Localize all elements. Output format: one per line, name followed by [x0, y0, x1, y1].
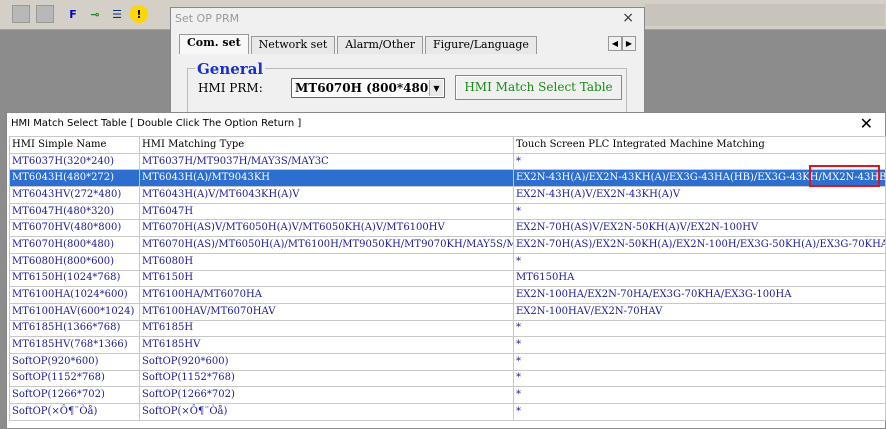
cell-simple-name: MT6100HAV(600*1024) — [9, 302, 140, 321]
cell-simple-name: MT6185HV(768*1366) — [9, 336, 140, 354]
cell-simple-name: MT6043H(480*272) — [9, 169, 140, 188]
cell-plc-matching: EX2N-70H(AS)/EX2N-50KH(A)/EX2N-100H/EX3G… — [513, 236, 886, 254]
table-row[interactable]: MT6080H(800*600) MT6080H * — [9, 252, 886, 271]
cell-plc-matching: * — [513, 403, 886, 421]
tab-scroll-buttons: ◀ ▶ — [608, 36, 636, 51]
tab-com-set[interactable]: Com. set — [179, 34, 249, 54]
table-row[interactable]: SoftOP(920*600) SoftOP(920*600) * — [9, 352, 886, 371]
general-title: General — [195, 60, 266, 78]
table-row[interactable]: SoftOP(1266*702) SoftOP(1266*702) * — [9, 386, 886, 404]
tab-network-set[interactable]: Network set — [250, 36, 336, 54]
cell-matching-type: MT6070H(AS)/MT6050H(A)/MT6100H/MT9050KH/… — [139, 236, 514, 254]
close-icon[interactable]: × — [622, 10, 634, 26]
table-row[interactable]: MT6100HA(1024*600) MT6100HA/MT6070HA EX2N-… — [9, 286, 886, 304]
cell-simple-name: SoftOP(×Ô¶¨Òå) — [9, 403, 140, 421]
table-row[interactable]: MT6043HV(272*480) MT6043H(A)V/MT6043KH(A)… — [9, 186, 886, 204]
scroll-left-icon[interactable]: ◀ — [608, 36, 622, 51]
table-header-row: HMI Simple Name HMI Matching Type Touch … — [9, 136, 886, 154]
dialog-title: Set OP PRM — [175, 12, 240, 25]
cell-matching-type: MT6185H — [139, 319, 514, 338]
cell-matching-type: SoftOP(×Ô¶¨Òå) — [139, 403, 514, 421]
close-icon[interactable]: ✕ — [860, 114, 873, 133]
cell-simple-name: MT6037H(320*240) — [9, 152, 140, 171]
table-row[interactable]: MT6047H(480*320) MT6047H * — [9, 202, 886, 221]
cell-matching-type: SoftOP(1266*702) — [139, 386, 514, 404]
cell-simple-name: MT6043HV(272*480) — [9, 186, 140, 204]
cell-simple-name: SoftOP(1266*702) — [9, 386, 140, 404]
key-icon[interactable]: ⊸ — [86, 5, 104, 23]
cell-simple-name: SoftOP(920*600) — [9, 352, 140, 371]
highlight-box — [809, 165, 880, 187]
cell-matching-type: MT6100HA/MT6070HA — [139, 286, 514, 304]
cell-simple-name: MT6070H(800*480) — [9, 236, 140, 254]
cell-matching-type: MT6070H(AS)V/MT6050H(A)V/MT6050KH(A)V/MT… — [139, 219, 514, 238]
cell-plc-matching: * — [513, 386, 886, 404]
cell-plc-matching: * — [513, 319, 886, 338]
table-body: MT6037H(320*240) MT6037H/MT9037H/MAY3S/MA… — [9, 152, 886, 421]
set-op-prm-dialog: Set OP PRM × Com. set Network set Alarm/… — [170, 7, 645, 128]
cell-plc-matching: EX2N-100HA/EX2N-70HA/EX3G-70KHA/EX3G-100… — [513, 286, 886, 304]
table-row[interactable]: MT6070HV(480*800) MT6070H(AS)V/MT6050H(A)… — [9, 219, 886, 238]
cell-matching-type: MT6047H — [139, 202, 514, 221]
cell-matching-type: MT6043H(A)V/MT6043KH(A)V — [139, 186, 514, 204]
match-table: HMI Simple Name HMI Matching Type Touch … — [9, 136, 886, 421]
cell-matching-type: MT6150H — [139, 269, 514, 288]
paste-icon[interactable] — [36, 5, 54, 23]
cell-simple-name: SoftOP(1152*768) — [9, 369, 140, 388]
match-window-titlebar: HMI Match Select Table [ Double Click Th… — [7, 113, 885, 135]
match-window-title: HMI Match Select Table [ Double Click Th… — [11, 118, 302, 129]
cell-plc-matching: EX2N-70H(AS)V/EX2N-50KH(A)V/EX2N-100HV — [513, 219, 886, 238]
cell-plc-matching: EX2N-100HAV/EX2N-70HAV — [513, 302, 886, 321]
cell-matching-type: MT6043H(A)/MT9043KH — [139, 169, 514, 188]
cell-simple-name: MT6185H(1366*768) — [9, 319, 140, 338]
column-header-plc-matching[interactable]: Touch Screen PLC Integrated Machine Matc… — [513, 136, 886, 154]
hmi-prm-label: HMI PRM: — [198, 81, 263, 95]
hmi-prm-value: MT6070H (800*480) — [295, 81, 434, 95]
hmi-prm-select[interactable]: MT6070H (800*480) ▼ — [291, 78, 445, 98]
hmi-match-select-table-button[interactable]: HMI Match Select Table — [455, 75, 622, 100]
tab-bar: Com. set Network set Alarm/Other Figure/… — [179, 34, 539, 54]
chevron-down-icon[interactable]: ▼ — [429, 80, 443, 96]
cell-simple-name: MT6047H(480*320) — [9, 202, 140, 221]
toolbar-strip — [645, 4, 885, 26]
hmi-match-select-window: HMI Match Select Table [ Double Click Th… — [6, 112, 886, 429]
scroll-right-icon[interactable]: ▶ — [622, 36, 636, 51]
cell-simple-name: MT6070HV(480*800) — [9, 219, 140, 238]
cell-plc-matching: * — [513, 352, 886, 371]
table-row[interactable]: MT6185HV(768*1366) MT6185HV * — [9, 336, 886, 354]
table-row[interactable]: MT6037H(320*240) MT6037H/MT9037H/MAY3S/MA… — [9, 152, 886, 171]
cell-matching-type: MT6037H/MT9037H/MAY3S/MAY3C — [139, 152, 514, 171]
table-row[interactable]: MT6100HAV(600*1024) MT6100HAV/MT6070HAV EX… — [9, 302, 886, 321]
cell-matching-type: MT6100HAV/MT6070HAV — [139, 302, 514, 321]
cell-matching-type: MT6185HV — [139, 336, 514, 354]
copy-icon[interactable] — [12, 5, 30, 23]
tab-figure-language[interactable]: Figure/Language — [424, 36, 537, 54]
cell-simple-name: MT6080H(800*600) — [9, 252, 140, 271]
cell-matching-type: SoftOP(920*600) — [139, 352, 514, 371]
cell-simple-name: MT6150H(1024*768) — [9, 269, 140, 288]
cell-plc-matching: MT6150HA — [513, 269, 886, 288]
font-icon[interactable]: F — [64, 5, 82, 23]
column-header-matching-type[interactable]: HMI Matching Type — [139, 136, 514, 154]
warning-icon[interactable]: ! — [130, 5, 148, 23]
column-header-simple-name[interactable]: HMI Simple Name — [9, 136, 140, 154]
cell-simple-name: MT6100HA(1024*600) — [9, 286, 140, 304]
table-row[interactable]: MT6070H(800*480) MT6070H(AS)/MT6050H(A)/M… — [9, 236, 886, 254]
cell-plc-matching: * — [513, 369, 886, 388]
list-icon[interactable]: ☰ — [108, 5, 126, 23]
table-row[interactable]: MT6185H(1366*768) MT6185H * — [9, 319, 886, 338]
table-row[interactable]: MT6043H(480*272) MT6043H(A)/MT9043KH EX2N-… — [9, 169, 886, 188]
tab-alarm-other[interactable]: Alarm/Other — [337, 36, 423, 54]
cell-plc-matching: * — [513, 252, 886, 271]
cell-plc-matching: EX2N-43H(A)V/EX2N-43KH(A)V — [513, 186, 886, 204]
cell-plc-matching: * — [513, 202, 886, 221]
table-row[interactable]: MT6150H(1024*768) MT6150H MT6150HA — [9, 269, 886, 288]
table-row[interactable]: SoftOP(×Ô¶¨Òå) SoftOP(×Ô¶¨Òå) * — [9, 403, 886, 421]
table-row[interactable]: SoftOP(1152*768) SoftOP(1152*768) * — [9, 369, 886, 388]
cell-plc-matching: * — [513, 336, 886, 354]
cell-matching-type: MT6080H — [139, 252, 514, 271]
cell-matching-type: SoftOP(1152*768) — [139, 369, 514, 388]
